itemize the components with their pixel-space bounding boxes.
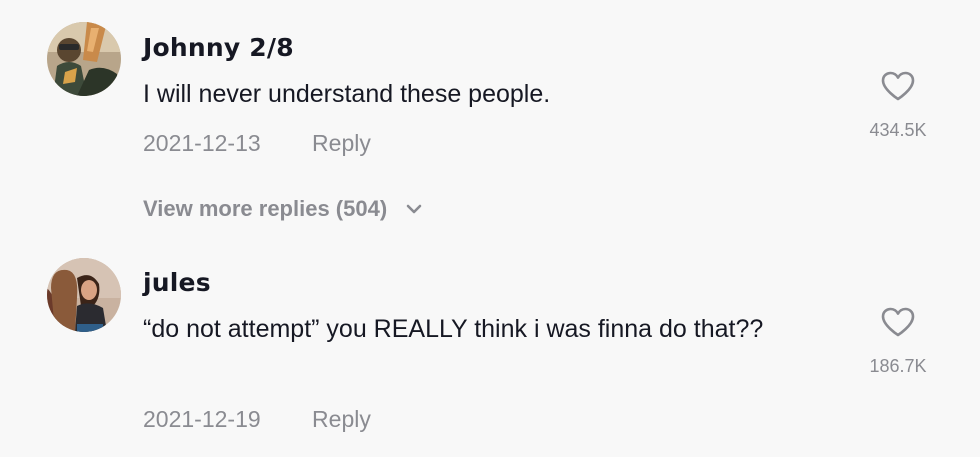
comment-date: 2021-12-19 [143,406,261,432]
heart-icon[interactable] [880,70,916,102]
avatar-image [47,22,121,96]
comment-item: Johnny 2/8 I will never understand these… [0,0,980,240]
avatar[interactable] [47,258,121,332]
view-more-replies-button[interactable]: View more replies (504) [143,196,423,222]
reply-button[interactable]: Reply [312,130,371,156]
like-count: 434.5K [869,120,927,140]
comment-text: I will never understand these people. [143,80,551,108]
view-more-replies-label: View more replies (504) [143,196,388,221]
comment-date: 2021-12-13 [143,130,261,156]
comment-username[interactable]: Johnny 2/8 [143,33,294,62]
avatar-image [47,258,121,332]
comment-text: “do not attempt” you REALLY think i was … [143,315,764,343]
like-area: 434.5K [858,70,938,141]
like-count: 186.7K [869,356,927,376]
like-area: 186.7K [858,306,938,377]
comment-meta: 2021-12-19 Reply [143,406,371,433]
comment-meta: 2021-12-13 Reply [143,130,371,157]
avatar[interactable] [47,22,121,96]
comment-item: jules “do not attempt” you REALLY think … [0,240,980,457]
heart-icon[interactable] [880,306,916,338]
comment-username[interactable]: jules [143,268,211,297]
reply-button[interactable]: Reply [312,406,371,432]
chevron-down-icon [406,204,422,213]
